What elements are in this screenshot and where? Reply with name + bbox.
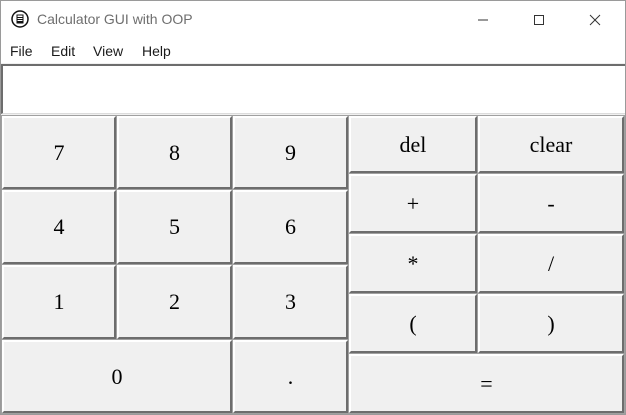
key-clear[interactable]: clear <box>477 115 625 174</box>
calculator-window: Calculator GUI with OOP File Edit View H… <box>0 0 626 415</box>
key-del[interactable]: del <box>348 115 478 174</box>
key-equals[interactable]: = <box>348 353 625 414</box>
menu-edit[interactable]: Edit <box>51 43 75 59</box>
key-1[interactable]: 1 <box>1 264 117 340</box>
window-title: Calculator GUI with OOP <box>37 11 193 27</box>
key-decimal[interactable]: . <box>232 339 349 414</box>
key-divide[interactable]: / <box>477 233 625 294</box>
menu-file[interactable]: File <box>10 43 33 59</box>
key-close-paren[interactable]: ) <box>477 293 625 354</box>
key-0[interactable]: 0 <box>1 339 233 414</box>
key-plus[interactable]: + <box>348 173 478 234</box>
calculator-display[interactable] <box>1 64 625 114</box>
maximize-icon <box>534 15 544 25</box>
key-5[interactable]: 5 <box>116 189 233 265</box>
menu-help[interactable]: Help <box>142 43 171 59</box>
key-9[interactable]: 9 <box>232 115 349 190</box>
minimize-button[interactable] <box>455 1 511 39</box>
close-icon <box>589 14 601 26</box>
app-icon <box>11 10 29 28</box>
key-minus[interactable]: - <box>477 173 625 234</box>
key-6[interactable]: 6 <box>232 189 349 265</box>
key-4[interactable]: 4 <box>1 189 117 265</box>
menu-bar: File Edit View Help <box>1 39 625 63</box>
key-2[interactable]: 2 <box>116 264 233 340</box>
menu-view[interactable]: View <box>93 43 123 59</box>
key-open-paren[interactable]: ( <box>348 293 478 354</box>
maximize-button[interactable] <box>511 1 567 39</box>
minimize-icon <box>478 19 488 21</box>
close-button[interactable] <box>567 1 623 39</box>
key-3[interactable]: 3 <box>232 264 349 340</box>
key-8[interactable]: 8 <box>116 115 233 190</box>
key-multiply[interactable]: * <box>348 233 478 294</box>
key-7[interactable]: 7 <box>1 115 117 190</box>
title-bar[interactable]: Calculator GUI with OOP <box>1 1 625 39</box>
